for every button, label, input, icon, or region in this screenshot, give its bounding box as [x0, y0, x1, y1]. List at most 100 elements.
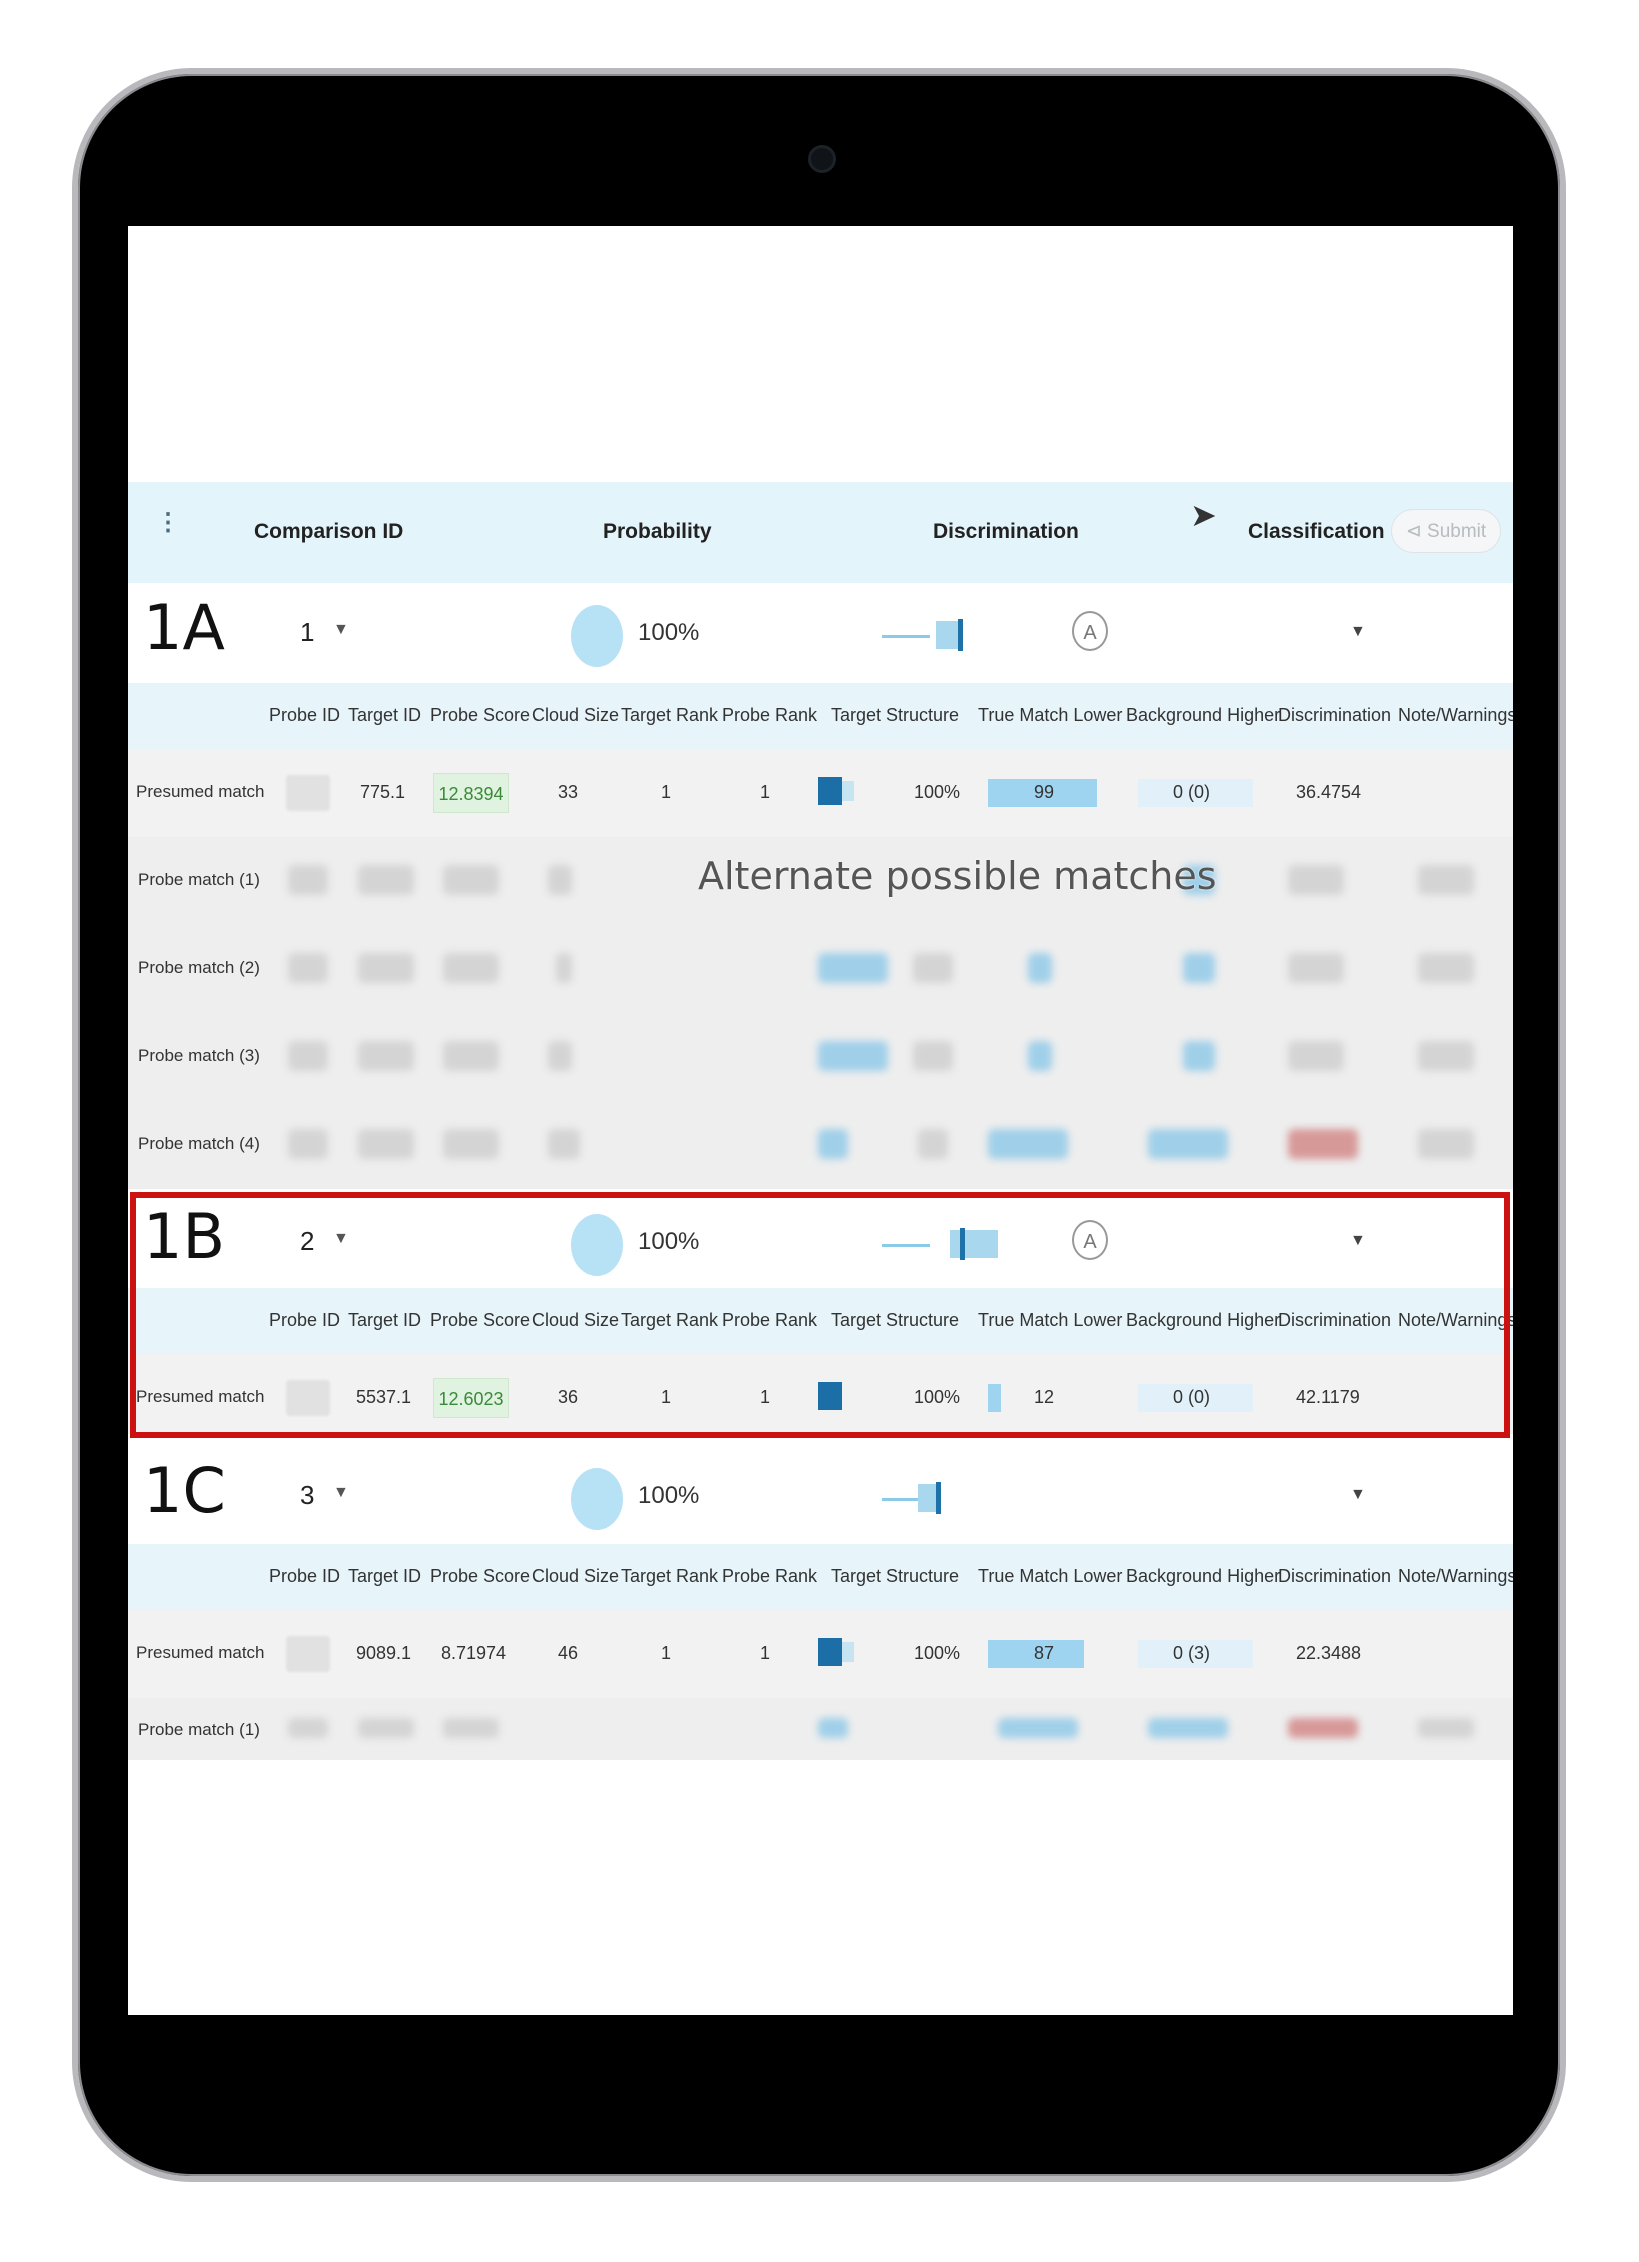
column-header-row: Probe ID Target ID Probe Score Cloud Siz…: [128, 683, 1513, 749]
col-target-rank[interactable]: Target Rank: [621, 705, 718, 726]
col-note-warnings[interactable]: Note/Warnings: [1398, 705, 1513, 726]
probe-score-cell: 8.71974: [441, 1643, 507, 1663]
col-target-structure[interactable]: Target Structure: [831, 1566, 959, 1587]
probe-score-cell: 12.8394: [433, 773, 509, 813]
blurred-cell: [288, 1041, 328, 1071]
probe-rank-cell: 1: [760, 1643, 771, 1663]
comparison-id-select[interactable]: 1: [300, 617, 314, 648]
blurred-cell: [1418, 1129, 1474, 1159]
background-higher-cell: 0 (3): [1173, 1643, 1211, 1663]
tablet-screen: ⋮ Comparison ID Probability Discriminati…: [128, 226, 1513, 2015]
target-structure-trail: [842, 1642, 854, 1662]
blurred-cell: [1183, 953, 1215, 983]
col-true-match-lower[interactable]: True Match Lower: [978, 705, 1122, 726]
blurred-cell: [443, 1041, 499, 1071]
discrimination-line: [882, 635, 930, 638]
table-header-bar: ⋮ Comparison ID Probability Discriminati…: [128, 482, 1513, 583]
presumed-match-row[interactable]: Presumed match 775.1 12.8394 33 1 1 100%…: [128, 749, 1513, 837]
classification-dropdown-icon[interactable]: ▼: [1350, 623, 1366, 641]
blurred-cell: [548, 1041, 572, 1071]
col-target-rank[interactable]: Target Rank: [621, 1566, 718, 1587]
target-structure-square: [818, 777, 842, 805]
group-row-1c[interactable]: 1C 3 ▼ 100% ▼: [128, 1446, 1513, 1546]
blurred-cell: [443, 1718, 499, 1738]
front-camera: [808, 145, 836, 173]
caret-down-icon[interactable]: ▼: [333, 621, 349, 639]
row-label: Presumed match: [136, 782, 265, 801]
col-true-match-lower[interactable]: True Match Lower: [978, 1566, 1122, 1587]
col-background-higher[interactable]: Background Higher: [1126, 705, 1280, 726]
discrimination-tick: [958, 619, 963, 651]
blurred-cell: [358, 953, 414, 983]
blurred-cell: [1148, 1129, 1228, 1159]
blurred-cell: [818, 953, 888, 983]
col-cloud-size[interactable]: Cloud Size: [532, 1566, 619, 1587]
discrimination-box: [936, 621, 958, 649]
col-target-structure[interactable]: Target Structure: [831, 705, 959, 726]
col-discrimination[interactable]: Discrimination: [1278, 705, 1391, 726]
header-comparison-id[interactable]: Comparison ID: [254, 520, 403, 544]
target-structure-cell: 100%: [914, 1643, 961, 1663]
group-label: 1C: [143, 1454, 226, 1527]
col-cloud-size[interactable]: Cloud Size: [532, 705, 619, 726]
row-label: Presumed match: [136, 1643, 265, 1662]
blurred-cell: [918, 1129, 948, 1159]
sort-updown-icon[interactable]: ⋮: [156, 511, 180, 535]
auto-classify-icon[interactable]: A: [1072, 611, 1108, 651]
true-match-lower-cell: 87: [1034, 1643, 1055, 1663]
background-higher-cell: 0 (0): [1173, 782, 1211, 802]
presumed-match-row[interactable]: Presumed match 9089.1 8.71974 46 1 1 100…: [128, 1610, 1513, 1698]
blurred-cell: [1418, 1041, 1474, 1071]
submit-button[interactable]: ⊲ Submit: [1391, 509, 1501, 553]
header-classification[interactable]: Classification: [1248, 520, 1385, 544]
col-probe-id[interactable]: Probe ID: [269, 1566, 340, 1587]
blurred-cell: [818, 1718, 848, 1738]
row-label: Probe match (1): [138, 870, 260, 889]
classification-dropdown-icon[interactable]: ▼: [1350, 1486, 1366, 1504]
header-discrimination[interactable]: Discrimination: [933, 520, 1079, 544]
target-structure-square: [818, 1638, 842, 1666]
highlight-frame-1b: [130, 1192, 1510, 1438]
target-rank-cell: 1: [661, 782, 672, 802]
col-target-id[interactable]: Target ID: [348, 1566, 421, 1587]
blurred-cell: [288, 1129, 328, 1159]
alternate-match-row[interactable]: Probe match (3): [128, 1013, 1513, 1101]
blurred-cell: [548, 865, 572, 895]
row-label: Probe match (3): [138, 1046, 260, 1065]
header-probability[interactable]: Probability: [603, 520, 712, 544]
blurred-cell: [443, 953, 499, 983]
col-discrimination[interactable]: Discrimination: [1278, 1566, 1391, 1587]
blurred-cell: [288, 865, 328, 895]
blurred-cell: [1418, 1718, 1474, 1738]
blurred-cell: [358, 1129, 414, 1159]
probability-indicator: [571, 605, 623, 667]
target-id-cell: 9089.1: [356, 1643, 412, 1663]
row-label: Probe match (2): [138, 958, 260, 977]
alternate-match-row[interactable]: Probe match (1): [128, 1698, 1513, 1760]
comparison-id-select[interactable]: 3: [300, 1480, 314, 1511]
col-probe-id[interactable]: Probe ID: [269, 705, 340, 726]
blurred-cell: [1028, 1041, 1052, 1071]
blurred-cell: [913, 1041, 953, 1071]
blurred-cell: [1418, 953, 1474, 983]
blurred-cell: [1418, 865, 1474, 895]
group-row-1a[interactable]: 1A 1 ▼ 100% A ▼: [128, 583, 1513, 683]
target-rank-cell: 1: [661, 1643, 672, 1663]
probability-indicator: [571, 1468, 623, 1530]
blurred-cell: [913, 953, 953, 983]
blurred-cell: [556, 953, 572, 983]
col-note-warnings[interactable]: Note/Warnings: [1398, 1566, 1513, 1587]
caret-down-icon[interactable]: ▼: [333, 1484, 349, 1502]
blurred-cell: [443, 1129, 499, 1159]
col-probe-rank[interactable]: Probe Rank: [722, 705, 817, 726]
probability-value: 100%: [638, 1482, 700, 1509]
alternate-match-row[interactable]: Probe match (4): [128, 1101, 1513, 1189]
col-background-higher[interactable]: Background Higher: [1126, 1566, 1280, 1587]
col-probe-score[interactable]: Probe Score: [430, 1566, 530, 1587]
col-probe-score[interactable]: Probe Score: [430, 705, 530, 726]
alternate-match-row[interactable]: Probe match (2): [128, 925, 1513, 1013]
col-probe-rank[interactable]: Probe Rank: [722, 1566, 817, 1587]
target-id-cell: 775.1: [360, 782, 406, 802]
col-target-id[interactable]: Target ID: [348, 705, 421, 726]
blurred-cell: [1288, 1041, 1344, 1071]
